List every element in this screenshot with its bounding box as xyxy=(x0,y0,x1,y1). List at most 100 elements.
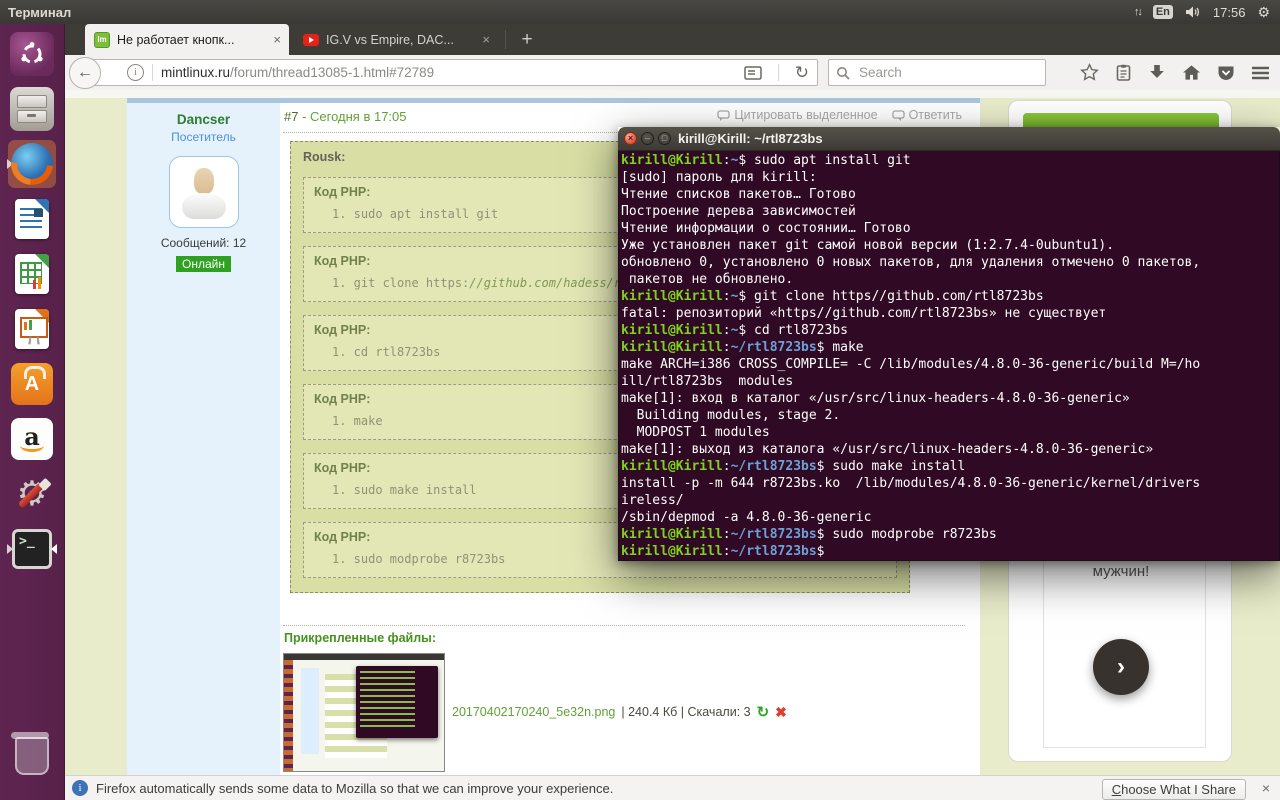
chevron-right-icon: › xyxy=(1117,653,1125,681)
window-maximize-button[interactable]: ▢ xyxy=(658,132,671,145)
pocket-icon[interactable] xyxy=(1217,65,1235,81)
new-tab-button[interactable]: + xyxy=(514,24,540,55)
navigation-toolbar: ← i mintlinux.ru/forum/thread13085-1.htm… xyxy=(64,55,1280,91)
launcher-item-calc[interactable] xyxy=(8,250,56,298)
firefox-icon xyxy=(11,143,53,185)
reader-mode-icon[interactable] xyxy=(744,66,762,80)
close-icon[interactable]: × xyxy=(1262,780,1270,796)
tab-title: IG.V vs Empire, DAC... xyxy=(326,33,474,47)
ad-next-button[interactable]: › xyxy=(1093,639,1149,695)
back-button[interactable]: ← xyxy=(69,57,101,89)
libreoffice-impress-icon xyxy=(15,309,49,349)
url-domain: mintlinux.ru xyxy=(161,65,230,80)
delete-attachment-icon[interactable]: ✖ xyxy=(775,704,787,721)
launcher-item-files[interactable] xyxy=(8,85,56,133)
avatar-head xyxy=(194,168,214,194)
terminal-title: kirill@Kirill: ~/rtl8723bs xyxy=(678,127,823,150)
post-date: - Сегодня в 17:05 xyxy=(298,109,406,124)
tab-forum-thread[interactable]: lm Не работает кнопк... × xyxy=(85,24,289,55)
post-number[interactable]: #7 xyxy=(284,109,298,124)
site-info-icon[interactable]: i xyxy=(127,64,144,81)
tab-separator xyxy=(505,30,506,49)
search-icon xyxy=(836,66,850,80)
running-indicator-arrow xyxy=(7,544,18,554)
search-input[interactable] xyxy=(857,64,1021,81)
ubuntu-software-icon: A xyxy=(11,363,53,405)
attachment-file-meta: | 240.4 Кб | Скачали: 3 xyxy=(621,705,750,719)
desktop: Терминал ↑↓ En 17:56 ⚙ xyxy=(0,0,1280,800)
launcher-item-software[interactable]: A xyxy=(8,360,56,408)
launcher-item-writer[interactable] xyxy=(8,195,56,243)
launcher-item-firefox[interactable] xyxy=(8,140,56,188)
trash-icon xyxy=(15,737,49,775)
tab-title: Не работает кнопк... xyxy=(117,33,265,47)
author-message-count: Сообщений: 12 xyxy=(127,236,280,250)
menu-hamburger-icon[interactable] xyxy=(1251,66,1270,80)
keyboard-indicator-icon[interactable]: ↑↓ xyxy=(1134,6,1141,18)
system-top-bar: Терминал ↑↓ En 17:56 ⚙ xyxy=(0,0,1280,24)
url-path: /forum/thread13085-1.html#72789 xyxy=(230,65,434,80)
focused-app-title: Терминал xyxy=(8,5,71,20)
page-top-strip xyxy=(64,90,1280,98)
tab-bar: lm Не работает кнопк... × IG.V vs Empire… xyxy=(64,24,1280,55)
attachment-thumbnail[interactable] xyxy=(283,653,445,772)
refresh-attachment-icon[interactable]: ↻ xyxy=(757,703,770,721)
author-name[interactable]: Dancser xyxy=(127,112,280,127)
libreoffice-writer-icon xyxy=(15,199,49,239)
ad-text: мужчин! xyxy=(1009,563,1233,580)
search-box[interactable] xyxy=(828,59,1046,86)
launcher-item-trash[interactable] xyxy=(8,732,56,780)
post-header: #7 - Сегодня в 17:05 xyxy=(284,109,407,124)
system-settings-icon: ⚙ xyxy=(10,472,54,516)
reload-icon[interactable]: ↻ xyxy=(795,63,809,83)
url-bar[interactable]: i mintlinux.ru/forum/thread13085-1.html#… xyxy=(88,59,818,86)
quote-selected-link[interactable]: Цитировать выделенное xyxy=(717,108,877,122)
avatar-body xyxy=(182,193,226,219)
ubuntu-dash-icon xyxy=(10,32,54,76)
online-status-badge: Онлайн xyxy=(176,256,231,272)
bookmark-star-icon[interactable] xyxy=(1080,63,1099,82)
window-minimize-button[interactable]: – xyxy=(641,132,654,145)
tab-youtube-video[interactable]: IG.V vs Empire, DAC... × xyxy=(294,24,498,55)
launcher-item-dash[interactable] xyxy=(8,30,56,78)
attachment-file-row: 20170402170240_5e32n.png | 240.4 Кб | Ск… xyxy=(452,703,787,721)
terminal-window: × – ▢ kirill@Kirill: ~/rtl8723bs kirill@… xyxy=(618,127,1280,560)
keyboard-layout-indicator[interactable]: En xyxy=(1153,5,1173,19)
firefox-notification-bar: i Firefox automatically sends some data … xyxy=(64,775,1280,800)
linux-mint-favicon: lm xyxy=(94,32,110,48)
clock[interactable]: 17:56 xyxy=(1213,5,1246,20)
launcher-item-terminal[interactable]: >_ xyxy=(8,525,56,573)
avatar xyxy=(169,156,239,228)
terminal-output[interactable]: kirill@Kirill:~$ sudo apt install git[su… xyxy=(618,151,1280,561)
downloads-icon[interactable] xyxy=(1148,64,1166,81)
divider xyxy=(152,64,153,81)
files-icon xyxy=(10,87,54,131)
youtube-favicon xyxy=(303,34,319,46)
launcher-item-settings[interactable]: ⚙ xyxy=(8,470,56,518)
unity-launcher: A a ⚙ >_ xyxy=(0,24,65,800)
notification-text: Firefox automatically sends some data to… xyxy=(96,781,613,796)
tab-close-icon[interactable]: × xyxy=(273,33,281,46)
attachments-title: Прикрепленные файлы: xyxy=(284,631,436,645)
reply-link[interactable]: Ответить xyxy=(892,108,962,122)
author-role: Посетитель xyxy=(127,130,280,144)
focused-indicator-arrow xyxy=(46,544,57,554)
divider xyxy=(283,625,965,626)
divider xyxy=(778,64,779,81)
info-icon: i xyxy=(72,780,88,796)
url-text[interactable]: mintlinux.ru/forum/thread13085-1.html#72… xyxy=(161,65,744,80)
amazon-icon: a xyxy=(11,418,53,460)
launcher-item-impress[interactable] xyxy=(8,305,56,353)
thumb-art-page xyxy=(293,660,444,771)
session-gear-icon[interactable]: ⚙ xyxy=(1257,5,1270,19)
thumb-art-terminal xyxy=(356,666,438,738)
launcher-item-amazon[interactable]: a xyxy=(8,415,56,463)
volume-icon[interactable] xyxy=(1185,5,1201,19)
bookmarks-library-icon[interactable] xyxy=(1115,64,1132,82)
attachment-file-link[interactable]: 20170402170240_5e32n.png xyxy=(452,705,615,719)
home-icon[interactable] xyxy=(1182,64,1201,81)
tab-close-icon[interactable]: × xyxy=(482,33,490,46)
window-close-button[interactable]: × xyxy=(624,132,637,145)
terminal-titlebar[interactable]: × – ▢ kirill@Kirill: ~/rtl8723bs xyxy=(618,127,1280,151)
choose-what-i-share-button[interactable]: Choose What I Share xyxy=(1102,779,1246,800)
